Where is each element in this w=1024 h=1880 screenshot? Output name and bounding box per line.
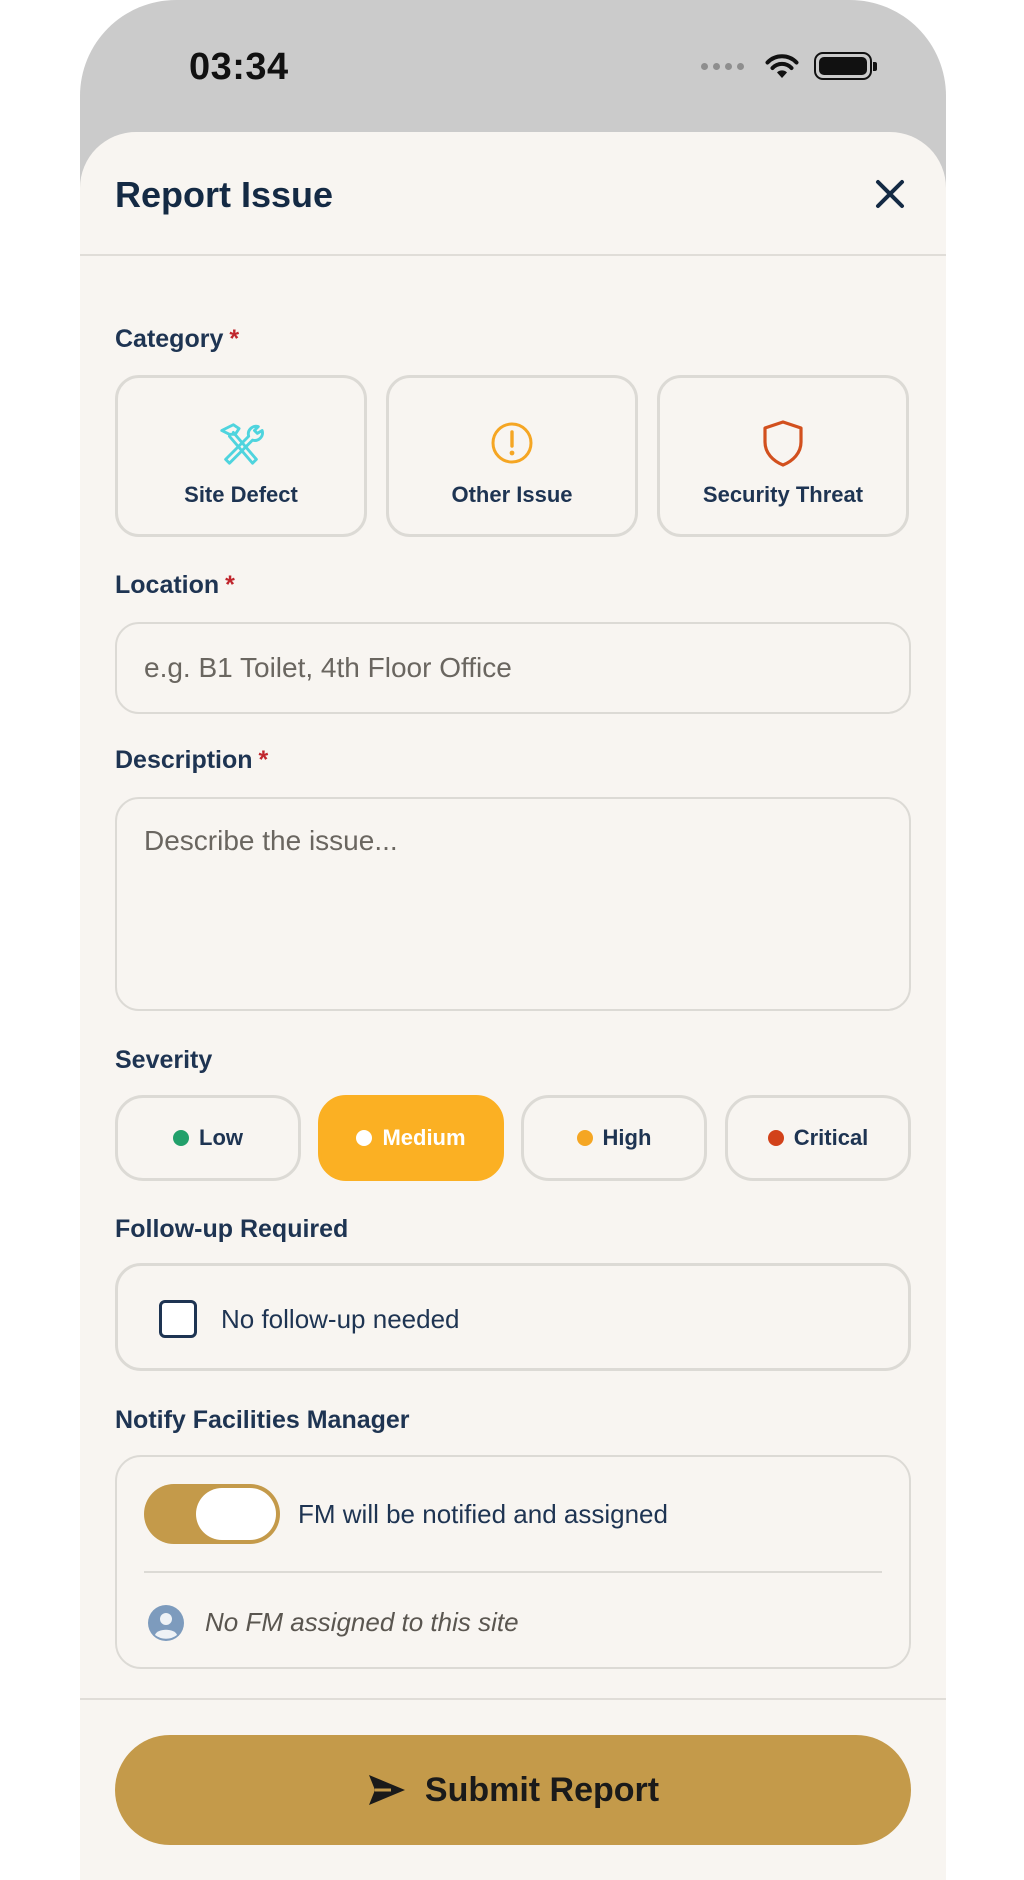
location-input[interactable]	[117, 624, 909, 712]
notify-toggle-text: FM will be notified and assigned	[298, 1499, 668, 1529]
category-security-threat[interactable]: Security Threat	[657, 375, 909, 537]
severity-medium-button[interactable]: Medium	[318, 1095, 504, 1181]
followup-label: Follow-up Required	[115, 1215, 349, 1243]
required-mark: *	[258, 746, 269, 774]
required-mark: *	[225, 571, 235, 599]
page-title: Report Issue	[115, 174, 334, 215]
submit-report-button[interactable]: Submit Report	[115, 1735, 911, 1845]
category-label-text: Category	[115, 325, 224, 353]
category-option-label: Other Issue	[451, 482, 573, 507]
severity-dot-icon	[576, 1130, 593, 1146]
severity-option-label: Critical	[793, 1125, 869, 1150]
phone-frame: 03:34 Report Issue Category * Site Defec…	[80, 0, 946, 1880]
notify-label: Notify Facilities Manager	[115, 1406, 410, 1434]
status-bar: 03:34	[80, 0, 946, 132]
severity-critical-button[interactable]: Critical	[725, 1095, 911, 1181]
category-site-defect[interactable]: Site Defect	[115, 375, 367, 537]
category-label: Category *	[115, 325, 239, 354]
submit-button-label: Submit Report	[424, 1770, 660, 1809]
report-issue-sheet: Report Issue Category * Site Defect Othe…	[80, 132, 946, 1880]
alert-circle-icon	[487, 418, 537, 468]
category-option-label: Security Threat	[702, 482, 864, 507]
category-option-label: Site Defect	[184, 482, 298, 507]
severity-low-button[interactable]: Low	[115, 1095, 301, 1181]
notify-panel: FM will be notified and assigned No FM a…	[115, 1455, 911, 1669]
battery-icon	[814, 52, 877, 80]
toggle-knob	[196, 1488, 276, 1540]
signal-dots-icon	[701, 62, 744, 70]
sheet-header: Report Issue	[80, 132, 946, 256]
close-button[interactable]	[870, 174, 910, 214]
severity-option-label: Low	[199, 1125, 243, 1150]
status-time: 03:34	[189, 46, 289, 88]
severity-option-label: Medium	[382, 1125, 466, 1150]
description-textarea[interactable]	[117, 799, 909, 1009]
severity-dot-icon	[767, 1130, 784, 1146]
severity-option-label: High	[602, 1125, 652, 1150]
followup-option[interactable]: No follow-up needed	[115, 1263, 911, 1371]
severity-high-button[interactable]: High	[521, 1095, 707, 1181]
divider	[144, 1571, 882, 1573]
location-label: Location *	[115, 571, 235, 600]
location-field-wrapper	[115, 622, 911, 714]
notify-toggle[interactable]	[144, 1484, 280, 1544]
severity-dot-icon	[173, 1130, 189, 1146]
send-icon	[368, 1775, 405, 1805]
severity-dot-icon	[356, 1130, 373, 1146]
shield-icon	[758, 418, 808, 468]
status-icons	[701, 52, 877, 80]
user-avatar-icon	[148, 1605, 184, 1641]
footer-divider	[80, 1698, 946, 1700]
severity-label: Severity	[115, 1046, 213, 1074]
followup-checkbox[interactable]	[159, 1300, 197, 1338]
followup-checkbox-label: No follow-up needed	[221, 1304, 460, 1334]
category-other-issue[interactable]: Other Issue	[386, 375, 638, 537]
close-icon	[876, 180, 904, 208]
description-field-wrapper	[115, 797, 911, 1011]
location-label-text: Location	[115, 571, 220, 599]
wifi-icon	[765, 54, 799, 78]
fm-status-text: No FM assigned to this site	[205, 1607, 519, 1637]
description-label: Description *	[115, 746, 268, 775]
required-mark: *	[229, 325, 240, 353]
tools-icon	[216, 418, 266, 468]
description-label-text: Description	[115, 746, 253, 774]
